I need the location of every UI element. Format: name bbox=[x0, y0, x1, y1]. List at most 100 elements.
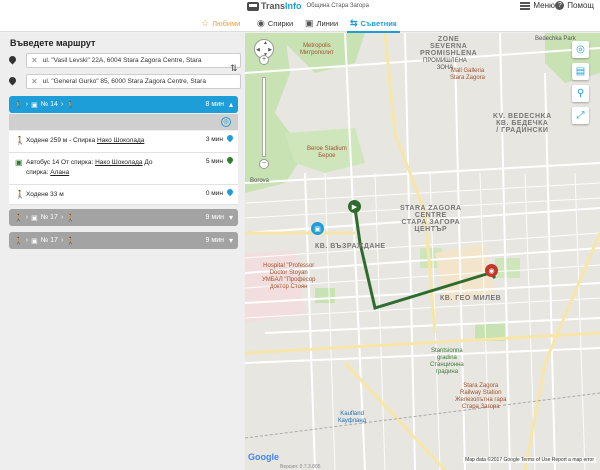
signpost-icon: ⇆ bbox=[350, 17, 358, 28]
menu-button[interactable]: Меню bbox=[520, 1, 555, 10]
hospital-label: УМБАЛ "Професор bbox=[262, 277, 316, 283]
hamburger-icon bbox=[520, 1, 531, 10]
map-label: Станционна bbox=[430, 362, 464, 368]
route-option-1[interactable]: 🚶 › ▣ № 14 › 🚶 8 мин ▴ bbox=[9, 96, 238, 113]
route-duration: 8 мин bbox=[205, 101, 224, 108]
hospital-label: доктор Стоян bbox=[270, 284, 308, 290]
map-label: PROMISHLENA bbox=[420, 50, 478, 57]
route-line-number: № 17 bbox=[40, 237, 58, 244]
origin-value: ul. "Vasil Levski" 22A, 6004 Stara Zagor… bbox=[42, 57, 202, 64]
route-line-number: № 14 bbox=[40, 101, 58, 108]
pan-left-icon[interactable]: ◀ bbox=[256, 47, 260, 53]
app-logo[interactable]: TransInfo Община Стара Загора bbox=[247, 1, 369, 11]
tab-label: Спирки bbox=[267, 18, 294, 28]
step-bus-ride: ▣ Автобус 14 От спирка: Нако Шоколада До… bbox=[9, 153, 238, 185]
swap-icon[interactable]: ⇅ bbox=[230, 63, 238, 74]
destination-pin-icon bbox=[9, 77, 16, 86]
brand-suffix: Info bbox=[285, 1, 302, 11]
location-info-icon[interactable]: ◎ bbox=[221, 117, 231, 127]
kaufland-label: Kaufland bbox=[340, 411, 364, 417]
map-label: ЦЕНТЪР bbox=[414, 226, 448, 233]
route-start-marker[interactable]: ▶ bbox=[348, 200, 361, 213]
bus-icon: ▣ bbox=[305, 17, 314, 28]
beroe-label: Берое bbox=[318, 153, 336, 159]
map-label: gradina bbox=[436, 355, 457, 361]
map-attribution[interactable]: Map data ©2017 Google Terms of Use Repor… bbox=[463, 457, 596, 463]
map-pin-icon[interactable] bbox=[227, 135, 233, 143]
map-pin-icon[interactable] bbox=[227, 189, 233, 197]
bus-icon: ▣ bbox=[15, 158, 23, 167]
pan-up-icon[interactable]: ▲ bbox=[263, 40, 268, 46]
walk-icon: 🚶 bbox=[66, 101, 75, 109]
walk-icon: 🚶 bbox=[66, 214, 75, 222]
hospital-label: Hospital "Professor bbox=[263, 263, 315, 269]
clear-origin-icon[interactable]: ✕ bbox=[31, 56, 38, 65]
map-pin-icon[interactable] bbox=[227, 157, 233, 165]
railway-label: Стара Загора bbox=[461, 404, 500, 410]
app-version: Версия: 0.7.3.805 bbox=[280, 464, 321, 470]
walk-icon: 🚶 bbox=[14, 237, 23, 245]
stop-link[interactable]: Алана bbox=[50, 169, 69, 176]
destination-marker[interactable]: ◉ bbox=[485, 264, 498, 277]
route-option-3[interactable]: 🚶 › ▣ № 17 › 🚶 9 мин ▾ bbox=[9, 232, 238, 249]
map-canvas bbox=[245, 33, 600, 470]
tab-label: Любими bbox=[212, 18, 241, 28]
map-pin-toggle-icon[interactable]: ⚲ bbox=[572, 85, 589, 102]
step-text: Ходене 259 м - Спирка bbox=[26, 137, 96, 144]
zoom-in-button[interactable]: + bbox=[259, 55, 269, 65]
chevron-up-icon: ▴ bbox=[228, 100, 233, 109]
zoom-control: + − bbox=[259, 55, 269, 169]
help-button[interactable]: ? Помощ bbox=[555, 1, 594, 10]
zoom-out-button[interactable]: − bbox=[259, 159, 269, 169]
main-tabs: ☆ Любими ◉ Спирки ▣ Линии ⇆ Съветник bbox=[0, 14, 600, 33]
zoom-slider[interactable] bbox=[262, 77, 266, 157]
route-line-number: № 17 bbox=[40, 214, 58, 221]
tab-favorites[interactable]: ☆ Любими bbox=[201, 14, 240, 32]
stop-link[interactable]: Нако Шоколада bbox=[97, 137, 144, 144]
bus-icon: ▣ bbox=[31, 101, 38, 109]
map-label: Stantsionna bbox=[431, 348, 463, 354]
brand-prefix: Trans bbox=[261, 1, 286, 11]
map-label: CENTRE bbox=[414, 212, 447, 219]
map-label: Borova bbox=[250, 178, 270, 184]
top-bar: TransInfo Община Стара Загора Меню ? Пом… bbox=[0, 0, 600, 14]
map-label: KV. BEDECHKA bbox=[493, 113, 552, 120]
origin-input[interactable]: ✕ ul. "Vasil Levski" 22A, 6004 Stara Zag… bbox=[26, 53, 241, 68]
chevron-right-icon: › bbox=[25, 237, 29, 244]
map-label: градина bbox=[435, 369, 459, 375]
bus-logo-icon bbox=[247, 1, 259, 11]
planner-title: Въведете маршрут bbox=[10, 38, 96, 48]
destination-input[interactable]: ✕ ul. "General Gurko" 85, 6000 Stara Zag… bbox=[26, 74, 241, 89]
step-walk-to-destination: 🚶 Ходене 33 м 0 мин bbox=[9, 185, 238, 205]
step-duration: 5 мин bbox=[205, 158, 223, 165]
fullscreen-icon[interactable]: ⤢ bbox=[572, 107, 589, 124]
walk-icon: 🚶 bbox=[14, 101, 23, 109]
google-text: Google bbox=[248, 452, 279, 462]
tab-advisor[interactable]: ⇆ Съветник bbox=[347, 14, 400, 33]
bus-stop-marker[interactable]: ▣ bbox=[311, 222, 324, 235]
layers-icon[interactable]: ▤ bbox=[572, 63, 589, 80]
tab-label: Линии bbox=[316, 18, 339, 28]
kaufland-label: Кауфланд bbox=[338, 418, 367, 424]
map-view[interactable]: ▲ ▼ ◀ ▶ + − ◎ ▤ ⚲ ⤢ ZONESEVERNAPROMISHLE… bbox=[245, 33, 600, 470]
walk-icon: 🚶 bbox=[14, 214, 23, 222]
star-icon: ☆ bbox=[201, 17, 210, 28]
chevron-down-icon: ▾ bbox=[228, 213, 233, 222]
map-label: СТАРА ЗАГОРА bbox=[401, 219, 461, 226]
locate-me-icon[interactable]: ◎ bbox=[572, 41, 589, 58]
map-label: КВ. ГЕО МИЛЕВ bbox=[440, 295, 502, 302]
clear-destination-icon[interactable]: ✕ bbox=[31, 77, 38, 86]
map-label: / ГРАДИНСКИ bbox=[496, 127, 549, 134]
map-label: Bedechka Park bbox=[535, 36, 576, 42]
stop-link[interactable]: Нако Шоколада bbox=[95, 159, 142, 166]
pan-right-icon[interactable]: ▶ bbox=[268, 47, 272, 53]
chevron-right-icon: › bbox=[25, 101, 29, 108]
hospital-label: Doctor Stoyan bbox=[269, 270, 308, 276]
route-option-2[interactable]: 🚶 › ▣ № 17 › 🚶 9 мин ▾ bbox=[9, 209, 238, 226]
tab-lines[interactable]: ▣ Линии bbox=[305, 14, 338, 32]
tab-label: Съветник bbox=[360, 18, 397, 28]
route-duration: 9 мин bbox=[205, 237, 224, 244]
mall-label: Stara Zagora bbox=[450, 75, 486, 81]
tab-stops[interactable]: ◉ Спирки bbox=[257, 14, 293, 32]
step-text: До bbox=[144, 159, 153, 166]
